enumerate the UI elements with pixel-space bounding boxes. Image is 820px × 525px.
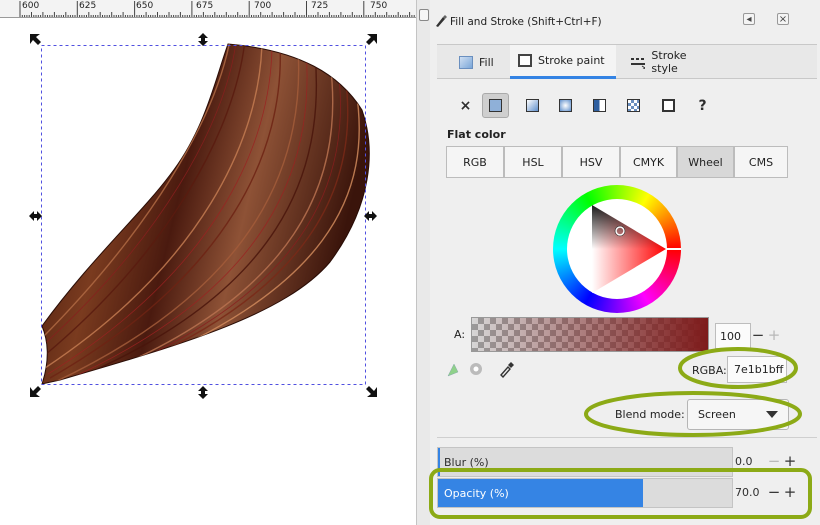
dock-toggle-icon[interactable] <box>419 9 429 21</box>
mode-cms-button[interactable]: CMS <box>734 146 788 178</box>
mesh-gradient-button[interactable] <box>586 93 613 118</box>
scale-handle-s[interactable] <box>198 386 208 399</box>
chevron-down-icon <box>766 411 778 418</box>
dock-collapse-button[interactable]: ◂ <box>743 13 755 25</box>
opacity-value[interactable]: 70.0 <box>735 486 760 499</box>
tab-bar: Fill Stroke paint Stroke style <box>437 44 817 79</box>
ruler-label: 600 <box>22 1 40 11</box>
mesh-gradient-icon <box>593 99 606 112</box>
tab-stroke-style-label: Stroke style <box>651 49 687 75</box>
scale-handle-nw[interactable] <box>30 34 41 45</box>
opacity-increment-button[interactable]: + <box>782 483 798 501</box>
blend-mode-value: Screen <box>698 408 736 421</box>
tab-stroke-style[interactable]: Stroke style <box>622 45 722 79</box>
blur-slider[interactable]: Blur (%) <box>437 447 733 477</box>
opacity-decrement-button[interactable]: − <box>766 483 782 501</box>
scale-handle-se[interactable] <box>366 386 377 397</box>
unset-paint-button[interactable]: ? <box>689 93 716 118</box>
mode-hsv-button[interactable]: HSV <box>562 146 620 178</box>
stroke-style-icon <box>631 57 646 69</box>
paint-brush-icon <box>436 15 447 27</box>
out-of-gamut-icon <box>447 363 459 377</box>
drawing-canvas[interactable] <box>0 19 416 525</box>
linear-gradient-icon <box>526 99 539 112</box>
alpha-increment-button[interactable]: + <box>766 326 782 344</box>
flat-color-icon <box>489 99 502 112</box>
no-paint-button[interactable]: × <box>452 93 479 118</box>
alpha-label: A: <box>454 328 466 341</box>
swatch-button[interactable] <box>655 93 682 118</box>
blur-label: Blur (%) <box>444 456 489 469</box>
dock-splitter[interactable] <box>416 0 430 525</box>
mode-wheel-button[interactable]: Wheel <box>677 146 734 178</box>
ruler-label: 700 <box>254 1 272 11</box>
dialog-title-bar: Fill and Stroke (Shift+Ctrl+F) ◂ × <box>430 0 820 28</box>
blend-mode-dropdown[interactable]: Screen <box>687 399 789 430</box>
pattern-icon <box>627 99 640 112</box>
flat-color-heading: Flat color <box>447 128 506 141</box>
tab-stroke-paint-label: Stroke paint <box>538 54 605 67</box>
blur-value[interactable]: 0.0 <box>735 455 753 468</box>
blur-increment-button[interactable]: + <box>782 452 798 470</box>
eyedropper-icon[interactable] <box>498 360 514 378</box>
dialog-title: Fill and Stroke (Shift+Ctrl+F) <box>450 16 602 28</box>
close-dialog-button[interactable]: × <box>777 13 789 25</box>
opacity-label: Opacity (%) <box>444 487 509 500</box>
ruler-label: 725 <box>311 1 329 11</box>
alpha-decrement-button[interactable]: − <box>750 326 766 344</box>
swatch-icon <box>662 99 675 112</box>
horizontal-ruler[interactable]: 600 625 650 675 700 725 750 <box>0 0 416 18</box>
scale-handle-w[interactable] <box>29 211 42 221</box>
scale-handle-n[interactable] <box>198 33 208 46</box>
alpha-value-field[interactable]: 100 <box>715 323 751 349</box>
ruler-label: 675 <box>196 1 214 11</box>
separator <box>437 437 817 438</box>
no-paint-icon: × <box>459 97 472 114</box>
flat-color-button[interactable] <box>482 93 509 118</box>
linear-gradient-button[interactable] <box>519 93 546 118</box>
unset-icon: ? <box>698 97 707 114</box>
pattern-button[interactable] <box>620 93 647 118</box>
ruler-label: 650 <box>136 1 154 11</box>
tab-fill-label: Fill <box>479 55 494 69</box>
radial-gradient-icon <box>559 99 572 112</box>
rgba-input[interactable]: 7e1b1bff <box>727 356 787 383</box>
blend-mode-label: Blend mode: <box>615 408 685 421</box>
fill-stroke-dialog: Fill and Stroke (Shift+Ctrl+F) ◂ × Fill … <box>430 0 820 525</box>
ruler-label: 750 <box>370 1 388 11</box>
mode-rgb-button[interactable]: RGB <box>446 146 504 178</box>
fill-icon <box>459 55 473 69</box>
blur-decrement-button[interactable]: − <box>766 452 782 470</box>
canvas-drawing[interactable] <box>0 19 416 525</box>
rgba-label: RGBA: <box>692 364 727 377</box>
opacity-slider[interactable]: Opacity (%) <box>437 478 733 508</box>
color-managed-icons <box>447 363 482 377</box>
alpha-slider[interactable] <box>471 317 709 352</box>
scale-handle-ne[interactable] <box>366 34 377 45</box>
radial-gradient-button[interactable] <box>552 93 579 118</box>
scale-handle-sw[interactable] <box>30 386 41 397</box>
tab-stroke-paint[interactable]: Stroke paint <box>510 45 616 79</box>
blur-slider-fill <box>438 448 440 476</box>
color-wheel[interactable] <box>550 183 690 315</box>
ruler-label: 625 <box>79 1 97 11</box>
mode-hsl-button[interactable]: HSL <box>504 146 562 178</box>
mode-cmyk-button[interactable]: CMYK <box>620 146 677 178</box>
stroke-paint-icon <box>518 54 532 67</box>
